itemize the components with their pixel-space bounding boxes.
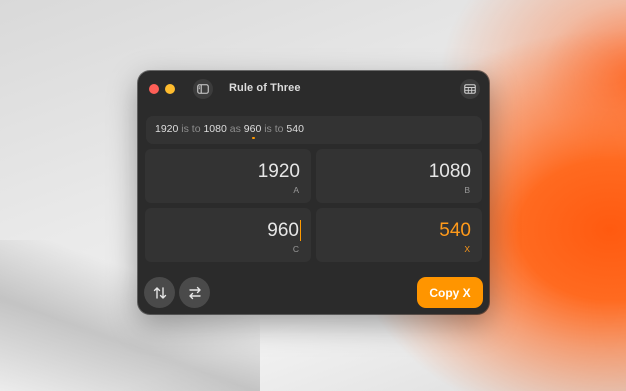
result-x: 540 X	[316, 208, 482, 262]
window-title: Rule of Three	[229, 82, 301, 94]
table-icon	[464, 84, 476, 94]
field-b-label: B	[464, 185, 470, 195]
sentence-a: 1920	[155, 123, 179, 135]
result-x-value: 540	[439, 220, 471, 241]
sentence-summary: 1920 is to 1080 as 960 is to 540	[146, 116, 482, 144]
sentence-as: as	[229, 123, 241, 135]
sentence-is-to: is to	[181, 123, 201, 135]
swap-horizontal-button[interactable]	[179, 277, 210, 308]
titlebar: Rule of Three	[138, 71, 489, 107]
field-b-value: 1080	[428, 161, 471, 182]
app-window: Rule of Three 1920 is to 1080 as 960 is …	[138, 71, 489, 314]
copy-x-button[interactable]: Copy X	[417, 277, 483, 308]
text-cursor	[299, 220, 301, 241]
sidebar-toggle-icon	[197, 84, 209, 94]
table-view-button[interactable]	[460, 79, 480, 99]
sentence-is-to-2: is to	[264, 123, 284, 135]
field-c-label: C	[292, 244, 299, 254]
arrows-up-down-icon	[153, 286, 166, 299]
sentence-x: 540	[286, 123, 304, 135]
minimize-button[interactable]	[165, 84, 175, 94]
field-c-value: 960	[267, 220, 299, 241]
field-b[interactable]: 1080 B	[316, 149, 482, 203]
field-c[interactable]: 960 C	[145, 208, 311, 262]
arrows-left-right-icon	[188, 286, 201, 299]
result-x-label: X	[464, 244, 470, 254]
field-a-value: 1920	[257, 161, 300, 182]
close-button[interactable]	[149, 84, 159, 94]
sentence-c: 960	[243, 123, 262, 135]
field-a-label: A	[293, 185, 299, 195]
sidebar-toggle-button[interactable]	[193, 79, 213, 99]
field-a[interactable]: 1920 A	[145, 149, 311, 203]
swap-vertical-button[interactable]	[144, 277, 175, 308]
sentence-b: 1080	[203, 123, 227, 135]
